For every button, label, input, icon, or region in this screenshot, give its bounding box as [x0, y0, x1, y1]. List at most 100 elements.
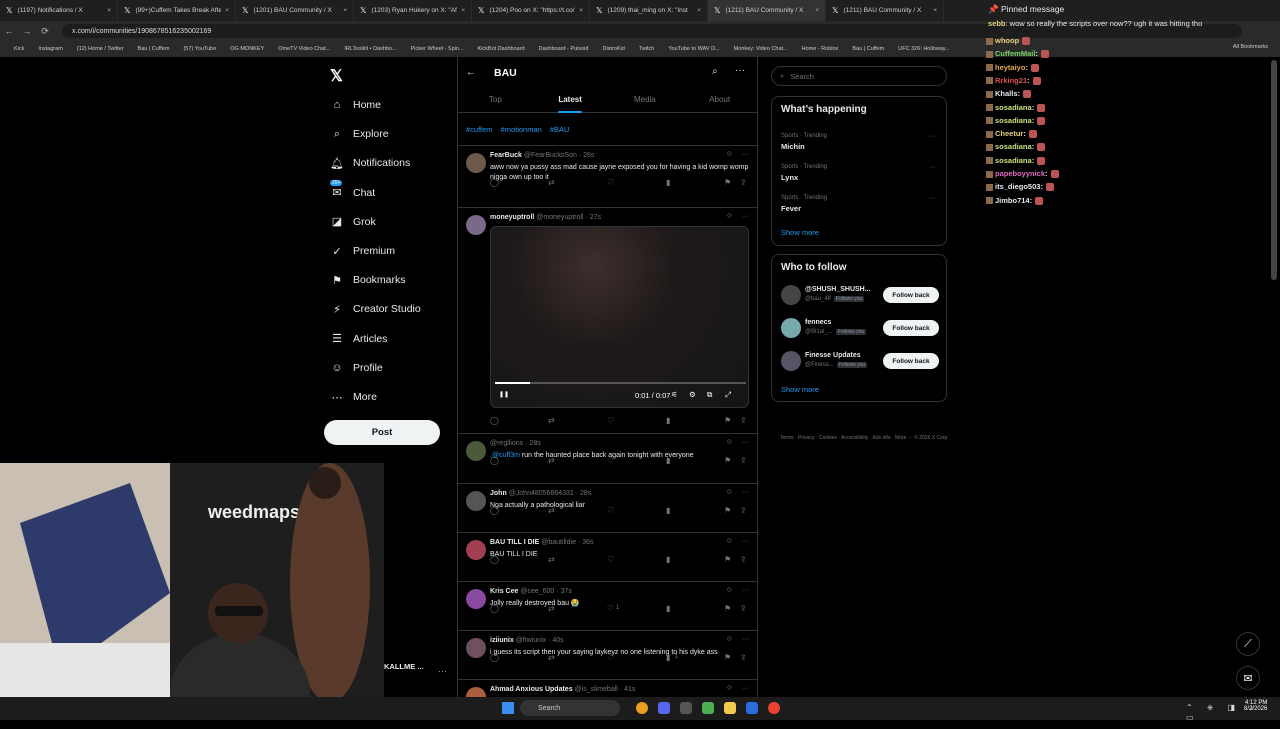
post[interactable]: Kris Cee @cee_600 · 37s ⟐ ··· Jolly really …: [458, 581, 757, 630]
back-arrow-icon[interactable]: ←: [466, 67, 476, 78]
sidebar-item-explore[interactable]: ⌕ Explore: [330, 127, 389, 141]
share-icon[interactable]: ⇪: [740, 506, 747, 515]
chat-scrollbar[interactable]: [1271, 60, 1277, 280]
bookmark-item[interactable]: Dashboard - Pulsoid: [539, 46, 589, 52]
share-icon[interactable]: ⇪: [740, 416, 747, 425]
post-handle[interactable]: @FearBucksSon: [524, 152, 577, 159]
x-logo-icon[interactable]: 𝕏: [330, 66, 343, 86]
post[interactable]: moneyuptroll @moneyuptroll · 27s ⟐ ··· ❚❚ 0:…: [458, 207, 757, 433]
sidebar-item-creator-studio[interactable]: ⚡︎ Creator Studio: [330, 302, 421, 316]
repost-icon[interactable]: ⇄: [548, 555, 555, 564]
browser-tab[interactable]: 𝕏 (1203) Ryan Hukery on X: "Afte ×: [354, 0, 472, 21]
reply-icon[interactable]: ◯: [490, 506, 499, 515]
views-icon[interactable]: ▮: [666, 604, 670, 613]
suggestion-name[interactable]: fennecs: [805, 319, 831, 326]
browser-tab[interactable]: 𝕏 (99+)Cuffem Takes Break After ×: [118, 0, 236, 21]
like-icon[interactable]: ♡: [607, 506, 614, 515]
like-icon[interactable]: ♡: [607, 178, 614, 187]
chat-username[interactable]: sosadiana: [995, 156, 1032, 165]
community-tag[interactable]: #motionman: [501, 125, 542, 134]
browser-tab[interactable]: 𝕏 (1201) BAU Community / X ×: [236, 0, 354, 21]
sidebar-item-articles[interactable]: ☰ Articles: [330, 332, 387, 346]
bookmark-icon[interactable]: ⚑: [724, 416, 731, 425]
post-more-icon[interactable]: ···: [742, 538, 749, 546]
bookmark-item[interactable]: Bau | Cuffem: [852, 46, 884, 52]
reply-icon[interactable]: ◯: [490, 555, 499, 564]
bookmark-item[interactable]: Kick: [14, 46, 24, 52]
tab-top[interactable]: Top: [458, 91, 533, 112]
bookmark-icon[interactable]: ⚑: [724, 604, 731, 613]
trend-item[interactable]: Sports · Trending Lynx: [781, 164, 827, 182]
tab-latest[interactable]: Latest: [533, 91, 608, 113]
share-icon[interactable]: ⇪: [740, 178, 747, 187]
tab-about[interactable]: About: [682, 91, 757, 112]
footer-links[interactable]: Terms · Privacy · Cookies · Accessibilit…: [780, 432, 950, 444]
taskbar-clock[interactable]: 4:12 PM 8/2/2026: [1244, 700, 1267, 712]
post-author-name[interactable]: John: [490, 490, 507, 497]
tab-media[interactable]: Media: [608, 91, 683, 112]
post-author-name[interactable]: Ahmad Anxious Updates: [490, 686, 573, 693]
share-icon[interactable]: ⇪: [740, 653, 747, 662]
bookmark-icon[interactable]: ⚑: [724, 456, 731, 465]
chat-username[interactable]: Khalls: [995, 89, 1018, 98]
search-input[interactable]: ⌕ Search: [771, 66, 947, 86]
chat-username[interactable]: papeboyynick: [995, 169, 1045, 178]
community-search-icon[interactable]: ⌕: [712, 66, 718, 77]
close-tab-icon[interactable]: ×: [697, 7, 701, 14]
post-more-icon[interactable]: ···: [742, 636, 749, 644]
share-icon[interactable]: ⇪: [740, 604, 747, 613]
compose-grok-icon[interactable]: ⟋: [1236, 632, 1260, 656]
bookmark-item[interactable]: OmeTV Video Chat...: [278, 46, 330, 52]
bookmark-item[interactable]: (12) Home / Twitter: [77, 46, 124, 52]
trend-item[interactable]: Sports · Trending Fever: [781, 195, 827, 213]
avatar[interactable]: [466, 540, 486, 560]
grok-post-icon[interactable]: ⟐: [726, 587, 732, 595]
sidebar-item-bookmarks[interactable]: ⚑ Bookmarks: [330, 273, 405, 287]
post-more-icon[interactable]: ···: [742, 685, 749, 693]
post-author-name[interactable]: moneyuptroll: [490, 214, 534, 221]
avatar[interactable]: [466, 589, 486, 609]
views-icon[interactable]: ▮: [666, 178, 670, 187]
show-more-trends[interactable]: Show more: [781, 228, 819, 237]
sidebar-item-profile[interactable]: ☺ Profile: [330, 361, 382, 375]
follow-suggestion[interactable]: @SHUSH_SHUSH... @bau_4lf Follows you Follow…: [781, 285, 939, 307]
community-tag[interactable]: #cuffem: [466, 125, 493, 134]
bookmark-item[interactable]: IRLToolkit • Dashbo...: [344, 46, 396, 52]
reply-icon[interactable]: ◯: [490, 604, 499, 613]
follow-back-button[interactable]: Follow back: [883, 320, 939, 336]
forward-nav-icon[interactable]: →: [18, 26, 36, 36]
bookmark-icon[interactable]: ⚑: [724, 653, 731, 662]
grok-post-icon[interactable]: ⟐: [726, 489, 732, 497]
post[interactable]: FearBuck @FearBucksSon · 26s ⟐ ··· aww now …: [458, 145, 757, 207]
sidebar-item-chat[interactable]: ✉ Chat 20+: [330, 179, 375, 200]
share-icon[interactable]: ⇪: [740, 456, 747, 465]
close-tab-icon[interactable]: ×: [461, 7, 465, 14]
browser-tab[interactable]: 𝕏 (1197) Notifications / X ×: [0, 0, 118, 21]
post-author-name[interactable]: Kris Cee: [490, 588, 518, 595]
bookmark-item[interactable]: Instagram: [38, 46, 62, 52]
views-icon[interactable]: ▮: [666, 506, 670, 515]
post-more-icon[interactable]: ···: [742, 151, 749, 159]
like-icon[interactable]: ♡: [607, 456, 614, 465]
follow-back-button[interactable]: Follow back: [883, 287, 939, 303]
back-nav-icon[interactable]: ←: [0, 26, 18, 36]
grok-post-icon[interactable]: ⟐: [726, 151, 732, 159]
chat-username[interactable]: Jimbo714: [995, 196, 1030, 205]
bookmark-item[interactable]: Monkey: Video Chat...: [734, 46, 788, 52]
grok-post-icon[interactable]: ⟐: [726, 685, 732, 693]
mute-icon[interactable]: ⚟: [671, 390, 678, 399]
avatar[interactable]: [781, 351, 801, 371]
bookmark-item[interactable]: OG MONKEY: [230, 46, 264, 52]
bookmark-icon[interactable]: ⚑: [724, 506, 731, 515]
pause-icon[interactable]: ❚❚: [499, 391, 509, 398]
close-tab-icon[interactable]: ×: [225, 7, 229, 14]
repost-icon[interactable]: ⇄: [548, 653, 555, 662]
post-more-icon[interactable]: ···: [742, 489, 749, 497]
follow-suggestion[interactable]: Finesse Updates @Finess... Follows you Foll…: [781, 351, 939, 373]
pip-icon[interactable]: ⧉: [707, 390, 712, 400]
steam-app-icon[interactable]: [746, 702, 758, 714]
account-switcher-name[interactable]: KALLME ...: [384, 662, 424, 671]
bookmark-item[interactable]: KickBot Dashboard: [478, 46, 525, 52]
close-tab-icon[interactable]: ×: [815, 7, 819, 14]
like-icon[interactable]: ♡: [607, 555, 614, 564]
